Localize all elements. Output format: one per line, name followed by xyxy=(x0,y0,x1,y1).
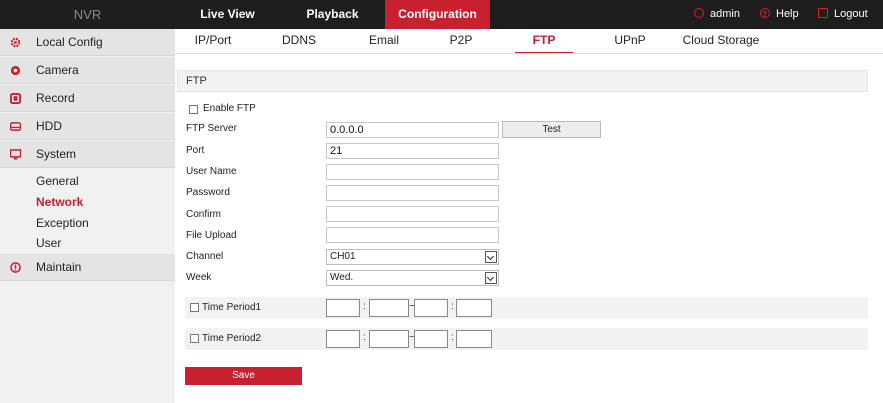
user-icon xyxy=(694,8,704,18)
period-2-end-minute[interactable] xyxy=(456,330,492,348)
topnav-configuration[interactable]: Configuration xyxy=(385,0,490,29)
topnav-playback[interactable]: Playback xyxy=(280,0,385,29)
enable-ftp-label: Enable FTP xyxy=(203,103,256,114)
ftp-server-label: FTP Server xyxy=(186,123,237,134)
tab-upnp[interactable]: UPnP xyxy=(612,29,648,53)
channel-label: Channel xyxy=(186,251,224,262)
tab-cloud-storage[interactable]: Cloud Storage xyxy=(677,29,765,53)
sidebar-item-label: Camera xyxy=(36,63,79,77)
tab-email[interactable]: Email xyxy=(366,29,402,53)
help-icon xyxy=(760,0,770,29)
sidebar-subitem-user[interactable]: User xyxy=(36,233,61,253)
ftp-server-input[interactable]: 0.0.0.0 xyxy=(326,122,499,138)
sidebar-item-record[interactable]: Record xyxy=(0,85,175,112)
time-period-row-1: Time Period1 : ~ : xyxy=(185,297,868,319)
logout-icon xyxy=(818,8,828,18)
section-title: FTP xyxy=(177,70,868,92)
period-1-start-hour[interactable] xyxy=(326,299,360,317)
time-period-2-label: Time Period2 xyxy=(202,333,262,344)
user-label: admin xyxy=(710,8,740,20)
time-colon: : xyxy=(451,332,454,343)
time-period-2-checkbox[interactable] xyxy=(190,334,199,343)
period-1-end-minute[interactable] xyxy=(456,299,492,317)
week-select-value: Wed. xyxy=(330,272,354,283)
sidebar-subitem-general[interactable]: General xyxy=(36,171,79,191)
period-1-end-hour[interactable] xyxy=(414,299,448,317)
file-upload-label: File Upload xyxy=(186,230,237,241)
time-period-1-checkbox[interactable] xyxy=(190,303,199,312)
sidebar-item-system[interactable]: System xyxy=(0,141,175,168)
sidebar-item-label: Maintain xyxy=(36,260,82,274)
sidebar-item-hdd[interactable]: HDD xyxy=(0,113,175,140)
port-label: Port xyxy=(186,145,205,156)
sidebar-item-label: Record xyxy=(36,91,75,105)
channel-select[interactable]: CH01 xyxy=(326,249,499,265)
tab-divider xyxy=(175,53,883,54)
confirm-label: Confirm xyxy=(186,209,222,220)
time-period-1-label: Time Period1 xyxy=(202,302,262,313)
password-label: Password xyxy=(186,187,230,198)
chevron-down-icon xyxy=(485,251,497,263)
user-menu[interactable]: admin xyxy=(694,0,740,29)
week-select[interactable]: Wed. xyxy=(326,270,499,286)
logout-link[interactable]: Logout xyxy=(818,0,868,29)
time-colon: : xyxy=(363,332,366,343)
confirm-input[interactable] xyxy=(326,206,499,222)
time-colon: : xyxy=(451,301,454,312)
info-icon xyxy=(10,262,21,273)
sidebar-item-camera[interactable]: Camera xyxy=(0,57,175,84)
password-input[interactable] xyxy=(326,185,499,201)
sidebar-item-label: Local Config xyxy=(36,35,103,49)
help-label: Help xyxy=(776,8,799,20)
tab-p2p[interactable]: P2P xyxy=(446,29,476,53)
file-upload-input[interactable] xyxy=(326,227,499,243)
gear-icon xyxy=(10,37,21,48)
username-input[interactable] xyxy=(326,164,499,180)
save-button[interactable]: Save xyxy=(185,367,302,385)
help-link[interactable]: Help xyxy=(760,0,799,29)
time-period-row-2: Time Period2 : ~ : xyxy=(185,328,868,350)
sidebar-item-label: HDD xyxy=(36,119,62,133)
sidebar-subitem-exception[interactable]: Exception xyxy=(36,213,89,233)
sidebar: Local Config Camera Record HDD System Ge… xyxy=(0,29,175,403)
camera-icon xyxy=(10,65,21,76)
tab-ip-port[interactable]: IP/Port xyxy=(190,29,236,53)
period-2-start-hour[interactable] xyxy=(326,330,360,348)
test-button[interactable]: Test xyxy=(502,121,601,138)
sidebar-subitem-network[interactable]: Network xyxy=(36,192,83,212)
tab-ddns[interactable]: DDNS xyxy=(277,29,321,53)
port-input[interactable]: 21 xyxy=(326,143,499,159)
period-2-start-minute[interactable] xyxy=(369,330,409,348)
monitor-icon xyxy=(10,149,21,160)
sidebar-item-maintain[interactable]: Maintain xyxy=(0,254,175,281)
chevron-down-icon xyxy=(485,272,497,284)
channel-select-value: CH01 xyxy=(330,251,356,262)
topnav-live-view[interactable]: Live View xyxy=(175,0,280,29)
period-2-end-hour[interactable] xyxy=(414,330,448,348)
record-icon xyxy=(10,93,21,104)
username-label: User Name xyxy=(186,166,237,177)
hdd-icon xyxy=(10,122,21,131)
period-1-start-minute[interactable] xyxy=(369,299,409,317)
week-label: Week xyxy=(186,272,212,283)
sidebar-item-local-config[interactable]: Local Config xyxy=(0,29,175,56)
sidebar-item-label: System xyxy=(36,147,77,161)
top-bar: NVR Live View Playback Configuration adm… xyxy=(0,0,883,29)
brand-logo: NVR xyxy=(73,7,102,22)
enable-ftp-checkbox[interactable] xyxy=(189,105,198,114)
time-colon: : xyxy=(363,301,366,312)
logout-label: Logout xyxy=(834,8,868,20)
tab-ftp[interactable]: FTP xyxy=(515,29,573,54)
